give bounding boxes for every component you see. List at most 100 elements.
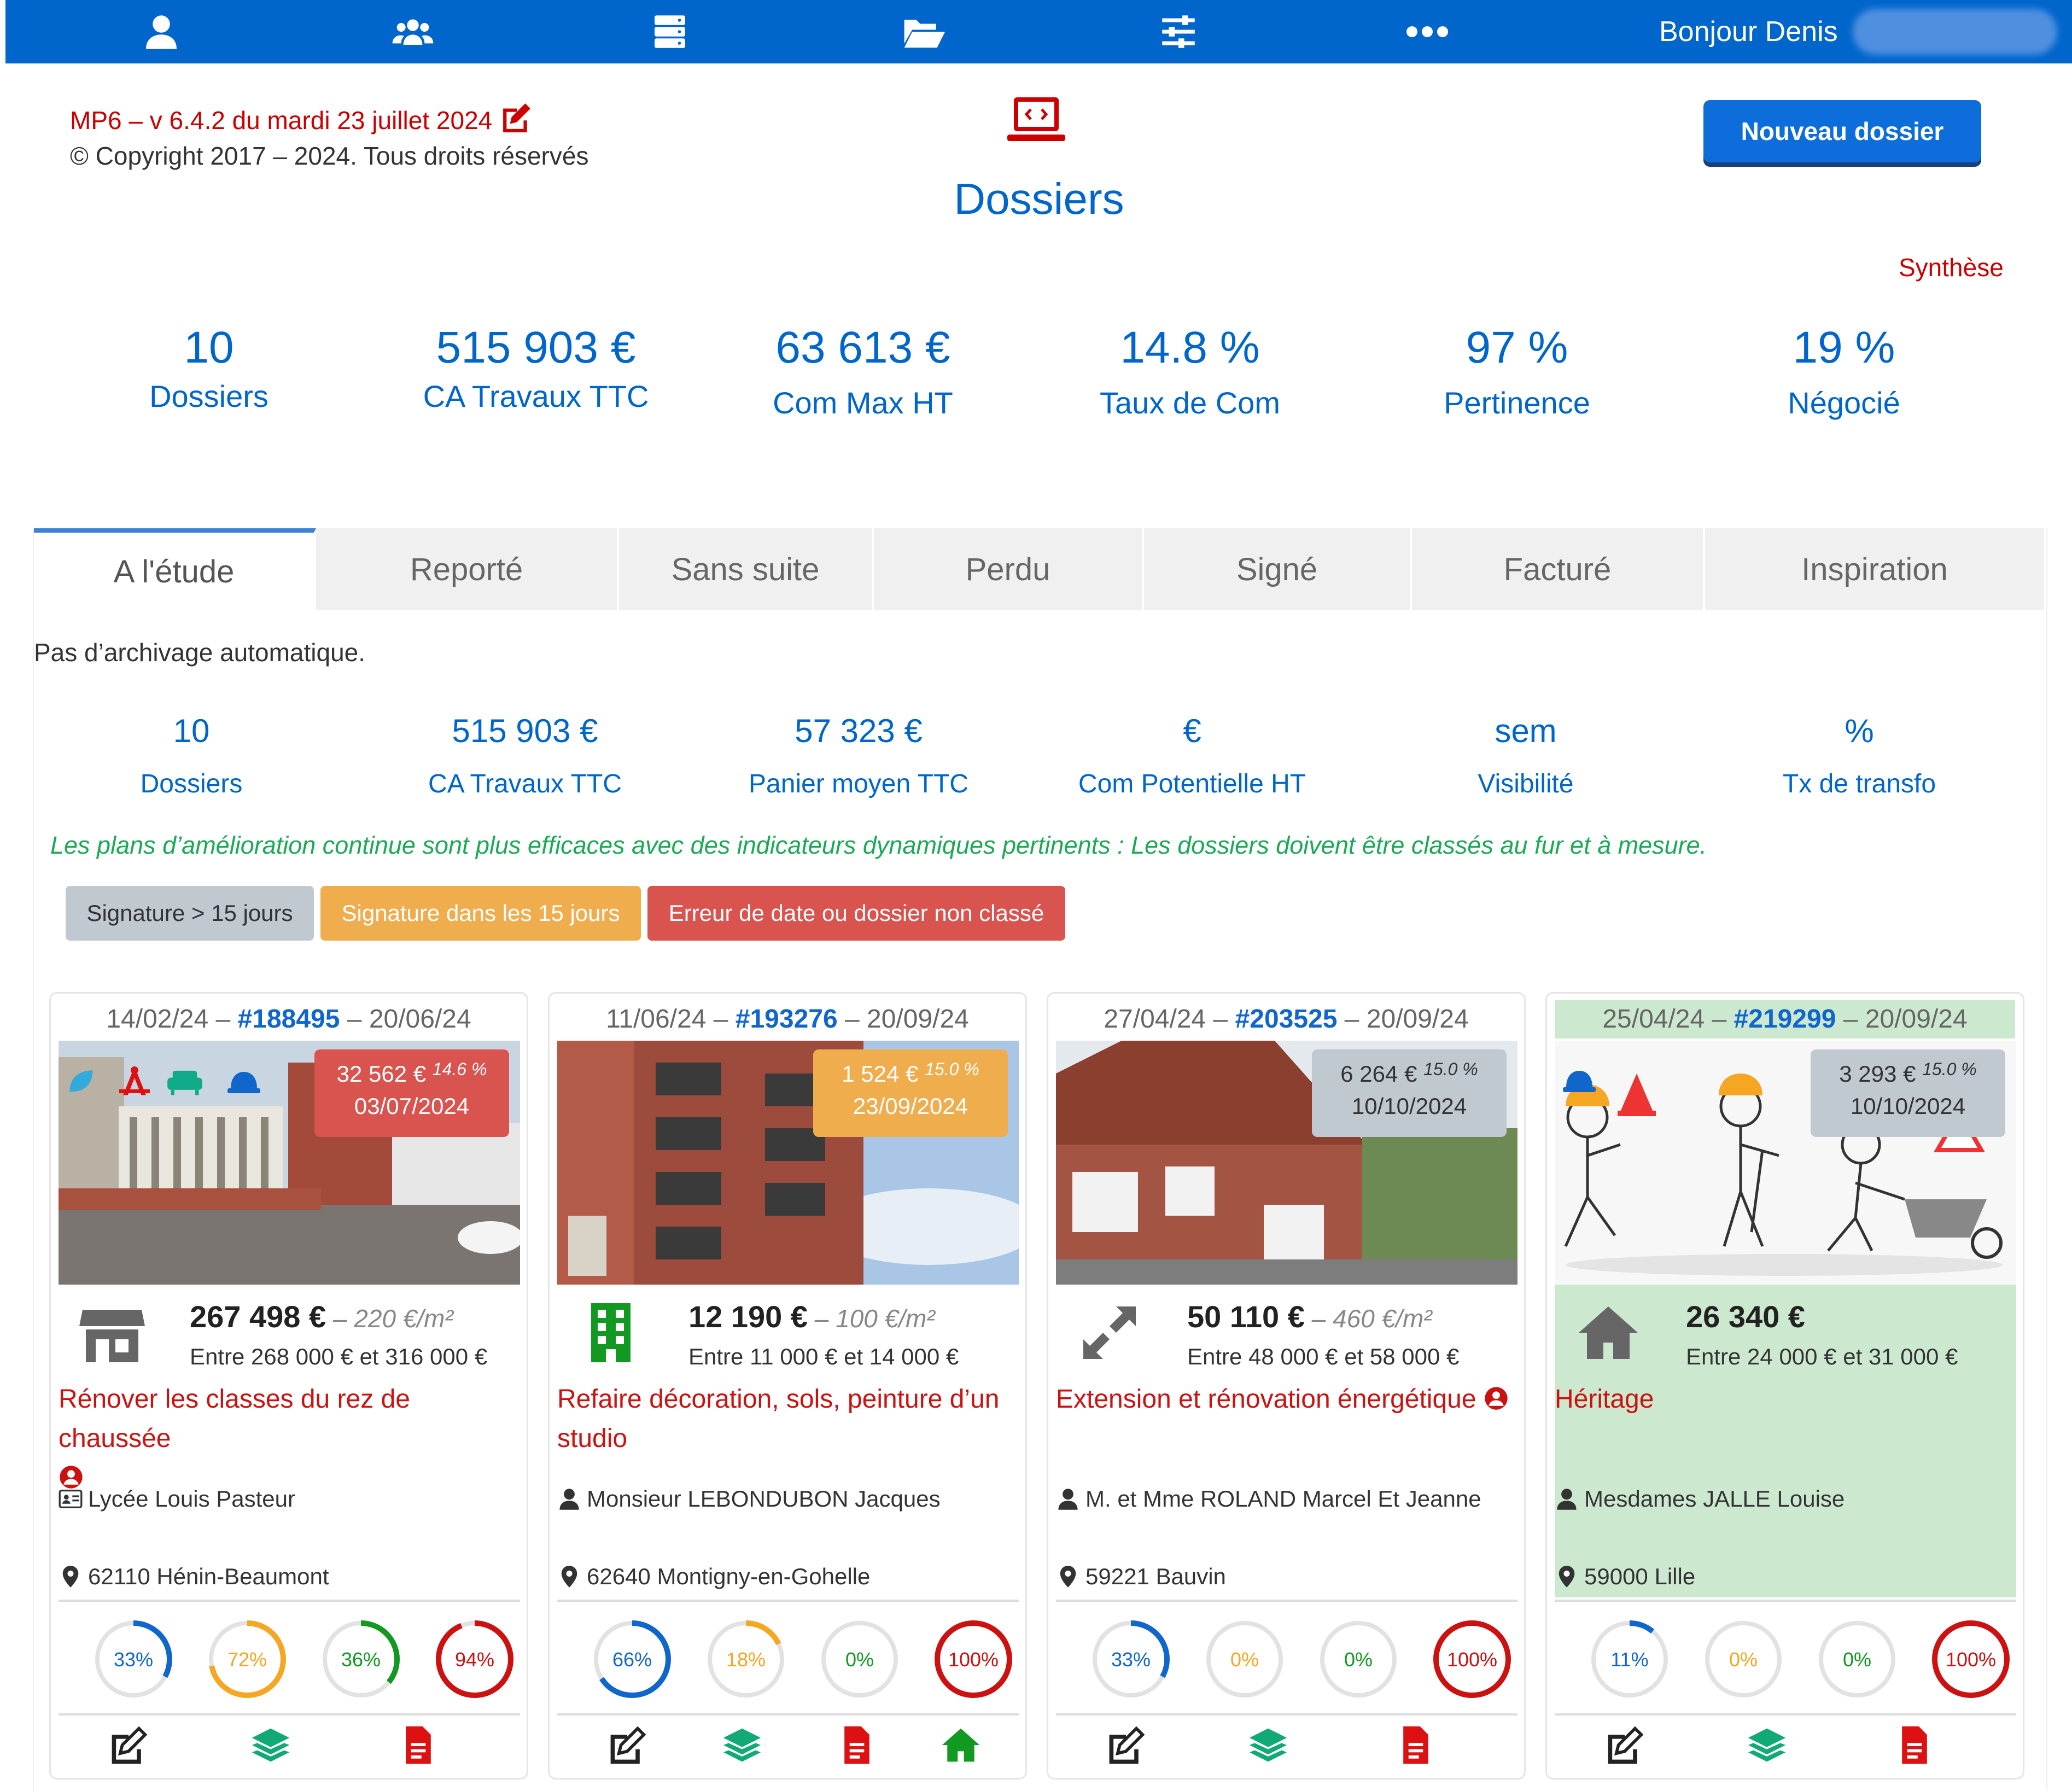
layers-icon[interactable]: [1247, 1724, 1289, 1766]
dossier-card[interactable]: 25/04/24 – #219299 – 20/09/24 3 293 € 15…: [1545, 992, 2024, 1780]
start-date: 14/02/24: [106, 1005, 209, 1034]
separator: –: [1337, 1005, 1367, 1034]
tab-a-letude[interactable]: A l'étude: [34, 528, 316, 610]
tab-kpi-tx-transfo: % Tx de transfo: [1695, 712, 2023, 801]
price-per-m2: – 460 €/m²: [1304, 1304, 1432, 1333]
property-photo[interactable]: 1 524 € 15.0 % 23/09/2024: [557, 1041, 1019, 1285]
folder-open-icon[interactable]: [900, 10, 949, 54]
ring-label: 0%: [1843, 1648, 1871, 1671]
property-photo[interactable]: 32 562 € 14.6 % 03/07/2024: [59, 1041, 520, 1285]
pdf-icon[interactable]: [1894, 1724, 1935, 1766]
new-dossier-button[interactable]: Nouveau dossier: [1703, 100, 1981, 162]
kpi-value: 515 903 €: [452, 713, 598, 749]
price-row: 26 340 € Entre 24 000 € et 31 000 €: [1555, 1294, 2016, 1376]
synthese-link[interactable]: Synthèse: [1899, 253, 2004, 282]
tab-kpi-panier: 57 323 € Panier moyen TTC: [694, 712, 1023, 801]
server-icon[interactable]: [645, 10, 694, 54]
users-icon[interactable]: [388, 10, 437, 54]
tab-reporte[interactable]: Reporté: [316, 528, 619, 610]
dossier-card[interactable]: 14/02/24 – #188495 – 20/06/24 32 562 € 1…: [49, 992, 528, 1780]
tab-signe[interactable]: Signé: [1144, 528, 1412, 610]
dossier-number[interactable]: #193276: [736, 1005, 838, 1034]
edit-icon[interactable]: [499, 103, 534, 135]
kpi-value: 10: [173, 713, 210, 749]
ring-label: 94%: [455, 1648, 494, 1671]
progress-ring: 0%: [1320, 1621, 1397, 1697]
dossier-card[interactable]: 11/06/24 – #193276 – 20/09/24 1 524 € 15…: [548, 992, 1027, 1780]
legend-signature-within-15[interactable]: Signature dans les 15 jours: [320, 886, 641, 941]
progress-ring: 100%: [1932, 1620, 2010, 1698]
version-info: MP6 – v 6.4.2 du mardi 23 juillet 2024: [70, 102, 534, 135]
dossier-title[interactable]: Héritage: [1555, 1380, 2016, 1419]
kpi-label: Négocié: [1788, 386, 1900, 420]
tab-facture[interactable]: Facturé: [1412, 528, 1705, 610]
hardhat-icon: [227, 1072, 260, 1093]
progress-rings: 66% 18% 0% 100%: [557, 1618, 1019, 1706]
progress-ring: 0%: [1206, 1621, 1283, 1697]
pdf-icon[interactable]: [398, 1724, 439, 1766]
ring-label: 100%: [1946, 1648, 1996, 1671]
advice-text: Les plans d’amélioration continue sont p…: [50, 831, 1707, 859]
separator: –: [837, 1005, 867, 1034]
divider: [59, 1600, 520, 1602]
kpi-label: Com Max HT: [773, 386, 953, 420]
progress-ring: 0%: [821, 1621, 898, 1697]
dossier-number[interactable]: #203525: [1235, 1005, 1338, 1034]
city-name: 59000 Lille: [1584, 1564, 1696, 1589]
home-icon[interactable]: [940, 1724, 982, 1766]
client: M. et Mme ROLAND Marcel Et Jeanne: [1056, 1486, 1481, 1512]
more-icon[interactable]: [1403, 10, 1452, 54]
card-header: 27/04/24 – #203525 – 20/09/24: [1056, 1000, 1516, 1039]
dossier-title[interactable]: Refaire décoration, sols, peinture d’un …: [557, 1380, 1019, 1459]
dossier-title[interactable]: Rénover les classes du rez de chaussée: [59, 1380, 520, 1498]
commission-badge: 3 293 € 15.0 % 10/10/2024: [1811, 1049, 2005, 1137]
start-date: 25/04/24: [1602, 1005, 1705, 1034]
commission-date: 23/09/2024: [853, 1093, 968, 1119]
progress-ring: 94%: [436, 1620, 513, 1698]
edit-icon[interactable]: [1105, 1724, 1147, 1766]
tab-sans-suite[interactable]: Sans suite: [619, 528, 874, 610]
map-marker-icon: [1559, 1566, 1575, 1588]
kpi-value: 57 323 €: [795, 713, 923, 749]
kpi-label: Visibilité: [1478, 769, 1574, 798]
user-icon[interactable]: [137, 10, 186, 54]
property-photo[interactable]: 3 293 € 15.0 % 10/10/2024: [1555, 1041, 2016, 1285]
dossier-card[interactable]: 27/04/24 – #203525 – 20/09/24 6 264 € 15…: [1047, 992, 1526, 1780]
sofa-icon: [167, 1070, 202, 1095]
sliders-icon[interactable]: [1154, 10, 1203, 54]
pdf-icon[interactable]: [836, 1724, 878, 1766]
layers-icon[interactable]: [721, 1724, 763, 1766]
map-marker-icon: [1060, 1566, 1076, 1588]
edit-icon[interactable]: [606, 1724, 648, 1766]
ring-label: 18%: [726, 1648, 766, 1671]
card-header: 11/06/24 – #193276 – 20/09/24: [557, 1000, 1018, 1039]
kpi-pertinence: 97 % Pertinence: [1364, 322, 1670, 422]
kpi-negocie: 19 % Négocié: [1691, 322, 1997, 422]
layers-icon[interactable]: [1746, 1724, 1788, 1766]
legend-signature-over-15[interactable]: Signature > 15 jours: [66, 886, 314, 941]
separator: –: [208, 1005, 238, 1034]
commission-date: 10/10/2024: [1351, 1093, 1467, 1119]
shop-icon: [79, 1310, 145, 1362]
dossier-number[interactable]: #219299: [1734, 1005, 1836, 1034]
tab-kpi-dossiers: 10 Dossiers: [27, 712, 355, 801]
divider: [59, 1713, 520, 1716]
tab-perdu[interactable]: Perdu: [874, 528, 1144, 610]
price-value: 26 340 €: [1686, 1299, 1805, 1334]
client: Mesdames JALLE Louise: [1555, 1486, 1845, 1512]
kpi-label: CA Travaux TTC: [428, 769, 622, 798]
end-date: 20/09/24: [1865, 1005, 1968, 1034]
pdf-icon[interactable]: [1395, 1724, 1437, 1766]
card-header: 25/04/24 – #219299 – 20/09/24: [1555, 1000, 2015, 1039]
dossier-number[interactable]: #188495: [238, 1005, 340, 1034]
layers-icon[interactable]: [250, 1724, 291, 1766]
progress-rings: 33% 0% 0% 100%: [1056, 1618, 1517, 1706]
tab-kpi-ca: 515 903 € CA Travaux TTC: [361, 712, 689, 801]
dossier-title[interactable]: Extension et rénovation énergétique: [1056, 1380, 1517, 1419]
tab-inspiration[interactable]: Inspiration: [1705, 528, 2044, 610]
progress-rings: 33% 72% 36% 94%: [59, 1618, 520, 1706]
legend-date-error[interactable]: Erreur de date ou dossier non classé: [647, 886, 1065, 941]
edit-icon[interactable]: [108, 1724, 149, 1766]
edit-icon[interactable]: [1604, 1724, 1645, 1766]
property-photo[interactable]: 6 264 € 15.0 % 10/10/2024: [1056, 1041, 1517, 1285]
